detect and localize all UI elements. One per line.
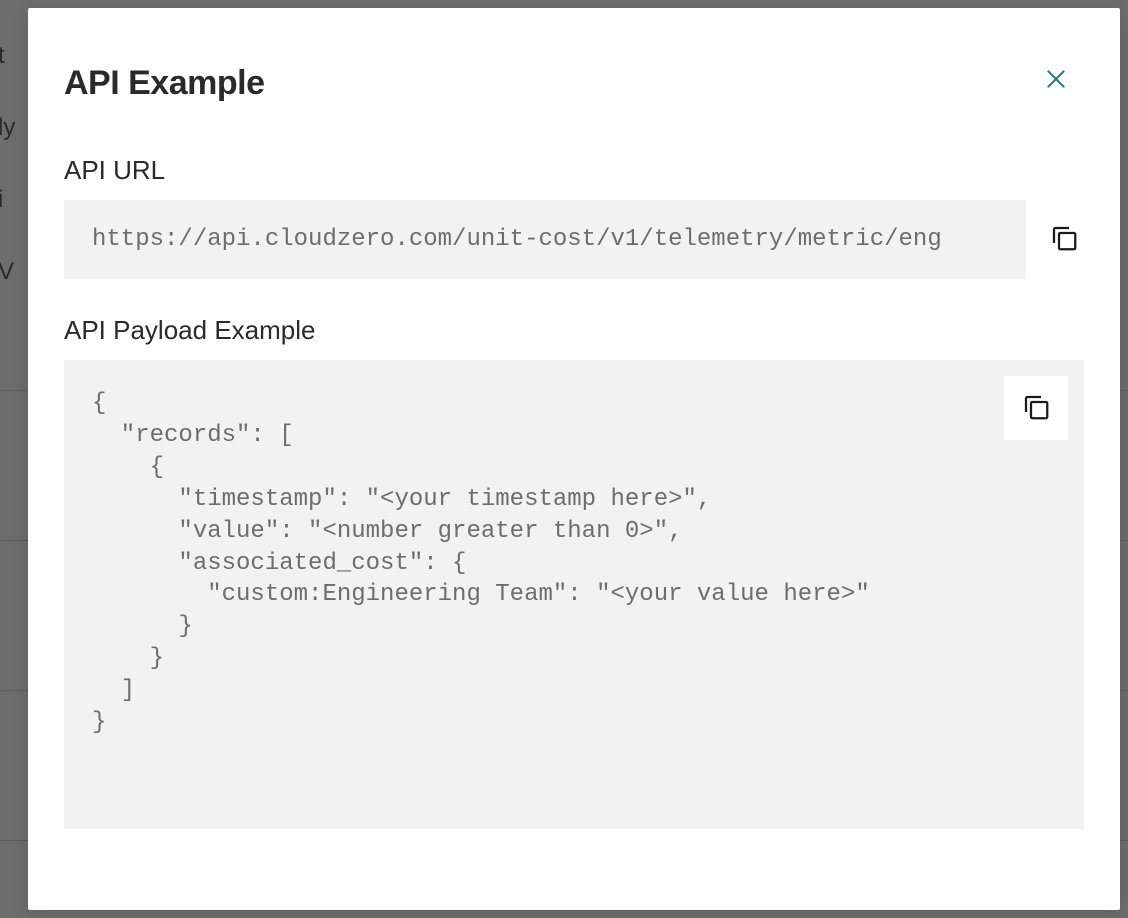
api-example-modal: API Example API URL https://api.cloudzer…	[28, 8, 1120, 910]
close-button[interactable]	[1040, 64, 1072, 96]
api-url-row: https://api.cloudzero.com/unit-cost/v1/t…	[64, 200, 1084, 279]
api-payload-box: { "records": [ { "timestamp": "<your tim…	[64, 360, 1084, 829]
bg-fragment: i	[0, 186, 3, 214]
bg-fragment: ly	[0, 114, 15, 142]
close-icon	[1043, 66, 1069, 95]
copy-payload-button[interactable]	[1004, 376, 1068, 440]
api-url-value[interactable]: https://api.cloudzero.com/unit-cost/v1/t…	[64, 200, 1026, 279]
copy-icon	[1049, 223, 1079, 256]
modal-title: API Example	[64, 64, 1084, 103]
bg-fragment: V	[0, 258, 14, 286]
copy-url-button[interactable]	[1044, 220, 1084, 260]
api-url-label: API URL	[64, 155, 1084, 186]
copy-icon	[1021, 392, 1051, 425]
api-payload-code[interactable]: { "records": [ { "timestamp": "<your tim…	[92, 388, 1056, 739]
api-payload-label: API Payload Example	[64, 315, 1084, 346]
bg-fragment: t	[0, 42, 5, 70]
